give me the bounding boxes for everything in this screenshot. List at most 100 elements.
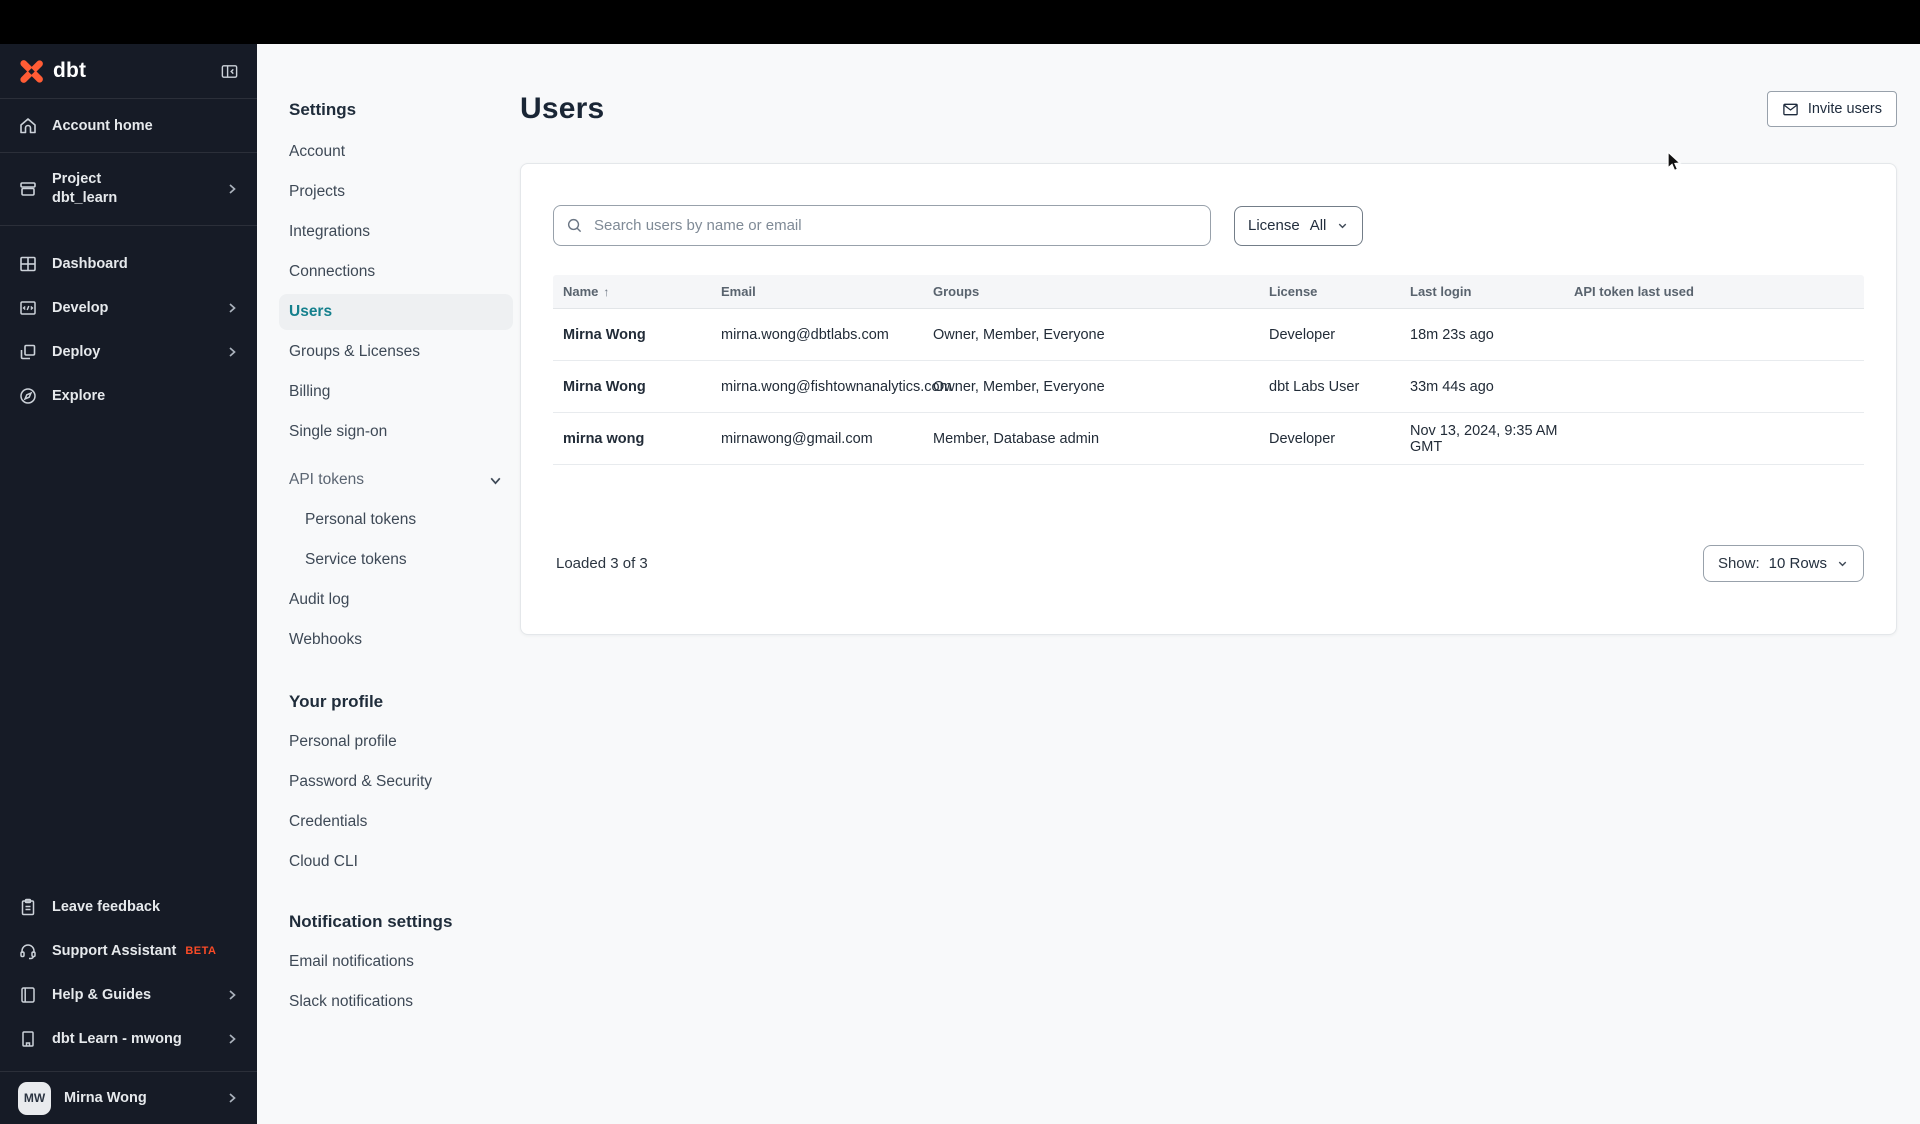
search-input[interactable] [553, 205, 1211, 246]
table-header-row: Name ↑ Email Groups License Last login A… [553, 275, 1864, 309]
settings-item-api-tokens[interactable]: API tokens [279, 460, 513, 500]
chevron-right-icon [225, 1091, 239, 1105]
top-black-bar [0, 0, 1920, 44]
settings-item-email-notifications[interactable]: Email notifications [279, 942, 513, 982]
stack-icon [18, 342, 38, 362]
loaded-status: Loaded 3 of 3 [556, 555, 648, 572]
chevron-down-icon [1339, 223, 1347, 229]
settings-item-billing[interactable]: Billing [279, 372, 513, 412]
notification-section-title: Notification settings [289, 912, 453, 931]
sidebar-item-develop[interactable]: Develop [0, 286, 257, 330]
settings-item-connections[interactable]: Connections [279, 252, 513, 292]
sidebar-item-label: Explore [52, 388, 106, 404]
building-icon [18, 1029, 38, 1049]
cell-last-login: 33m 44s ago [1410, 378, 1494, 395]
sidebar-item-deploy[interactable]: Deploy [0, 330, 257, 374]
sidebar-item-support-assistant[interactable]: Support Assistant BETA [0, 929, 257, 973]
beta-badge: BETA [185, 945, 217, 957]
sidebar-item-label: Help & Guides [52, 987, 152, 1003]
column-header-groups[interactable]: Groups [933, 284, 1269, 299]
sidebar-item-label: Dashboard [52, 256, 128, 272]
chevron-right-icon [225, 1032, 239, 1046]
sidebar-user-menu[interactable]: MW Mirna Wong [0, 1071, 257, 1124]
sidebar-item-label: dbt Learn - mwong [52, 1031, 182, 1047]
settings-item-projects[interactable]: Projects [279, 172, 513, 212]
sidebar-item-project[interactable]: Project dbt_learn [0, 153, 257, 226]
grid-icon [18, 254, 38, 274]
search-wrap [553, 205, 1211, 246]
dbt-logo-icon [20, 59, 43, 83]
logo-text: dbt [53, 59, 87, 82]
compass-icon [18, 386, 38, 406]
cell-license: dbt Labs User [1269, 378, 1360, 395]
settings-item-credentials[interactable]: Credentials [279, 802, 513, 842]
archive-icon [18, 179, 38, 199]
column-header-last-login[interactable]: Last login [1410, 284, 1574, 299]
cell-groups: Member, Database admin [933, 430, 1100, 447]
sidebar-item-explore[interactable]: Explore [0, 374, 257, 418]
settings-item-audit-log[interactable]: Audit log [279, 580, 513, 620]
collapse-sidebar-icon[interactable] [220, 62, 239, 81]
column-header-name[interactable]: Name ↑ [563, 284, 721, 299]
code-icon [18, 298, 38, 318]
cell-last-login: Nov 13, 2024, 9:35 AM GMT [1410, 422, 1558, 455]
sidebar-project-name: dbt_learn [52, 190, 118, 206]
chevron-down-icon [1838, 561, 1847, 567]
table-row[interactable]: mirna wong mirnawong@gmail.com Member, D… [553, 413, 1864, 465]
cell-name: Mirna Wong [563, 326, 646, 343]
settings-item-password-security[interactable]: Password & Security [279, 762, 513, 802]
sidebar-item-dbt-learn[interactable]: dbt Learn - mwong [0, 1017, 257, 1061]
page-title: Users [520, 92, 605, 125]
cell-name: mirna wong [563, 430, 645, 447]
sidebar-item-label: Support Assistant [52, 943, 177, 959]
settings-item-personal-tokens[interactable]: Personal tokens [279, 500, 513, 540]
profile-section-title: Your profile [289, 692, 384, 711]
users-card: License All Name ↑ Email Groups License … [520, 163, 1897, 635]
license-filter-dropdown[interactable]: License All [1234, 205, 1364, 246]
logo-row: dbt [0, 44, 257, 99]
sidebar-item-help-guides[interactable]: Help & Guides [0, 973, 257, 1017]
clipboard-icon [18, 897, 38, 917]
user-name: Mirna Wong [64, 1090, 147, 1106]
settings-item-users[interactable]: Users [279, 294, 513, 330]
settings-item-account[interactable]: Account [279, 132, 513, 172]
settings-item-cloud-cli[interactable]: Cloud CLI [279, 842, 513, 882]
invite-users-button[interactable]: Invite users [1766, 91, 1897, 127]
settings-item-groups-licenses[interactable]: Groups & Licenses [279, 332, 513, 372]
settings-item-integrations[interactable]: Integrations [279, 212, 513, 252]
rows-per-page-dropdown[interactable]: Show: 10 Rows [1702, 545, 1864, 582]
cell-email: mirna.wong@fishtownanalytics.com [721, 378, 952, 395]
column-header-license[interactable]: License [1269, 284, 1410, 299]
settings-nav-title: Settings [289, 100, 357, 119]
cell-name: Mirna Wong [563, 378, 646, 395]
sidebar-item-label: Project [52, 171, 102, 187]
cell-last-login: 18m 23s ago [1410, 326, 1494, 343]
settings-item-slack-notifications[interactable]: Slack notifications [279, 982, 513, 1022]
table-row[interactable]: Mirna Wong mirna.wong@fishtownanalytics.… [553, 361, 1864, 413]
sort-ascending-icon: ↑ [603, 284, 610, 299]
cell-groups: Owner, Member, Everyone [933, 326, 1105, 343]
settings-item-personal-profile[interactable]: Personal profile [279, 722, 513, 762]
settings-item-single-sign-on[interactable]: Single sign-on [279, 412, 513, 452]
settings-item-service-tokens[interactable]: Service tokens [279, 540, 513, 580]
book-icon [18, 985, 38, 1005]
settings-nav: Settings Account Projects Integrations C… [257, 44, 520, 1124]
table-row[interactable]: Mirna Wong mirna.wong@dbtlabs.com Owner,… [553, 309, 1864, 361]
column-header-api-token[interactable]: API token last used [1574, 284, 1864, 299]
cell-license: Developer [1269, 326, 1336, 343]
sidebar-item-label: Deploy [52, 344, 101, 360]
chevron-right-icon [225, 182, 239, 196]
column-header-email[interactable]: Email [721, 284, 933, 299]
main-content: Users Invite users Licen [520, 44, 1920, 1124]
home-icon [18, 116, 38, 136]
sidebar-item-account-home[interactable]: Account home [0, 99, 257, 153]
users-table: Name ↑ Email Groups License Last login A… [553, 275, 1864, 465]
sidebar-item-label: Leave feedback [52, 899, 161, 915]
envelope-icon [1783, 103, 1798, 115]
chevron-right-icon [225, 988, 239, 1002]
sidebar-item-dashboard[interactable]: Dashboard [0, 242, 257, 286]
settings-item-webhooks[interactable]: Webhooks [279, 620, 513, 660]
sidebar: dbt Account home Project dbt_learn Dashb… [0, 44, 257, 1124]
avatar: MW [18, 1081, 51, 1115]
sidebar-item-leave-feedback[interactable]: Leave feedback [0, 885, 257, 929]
